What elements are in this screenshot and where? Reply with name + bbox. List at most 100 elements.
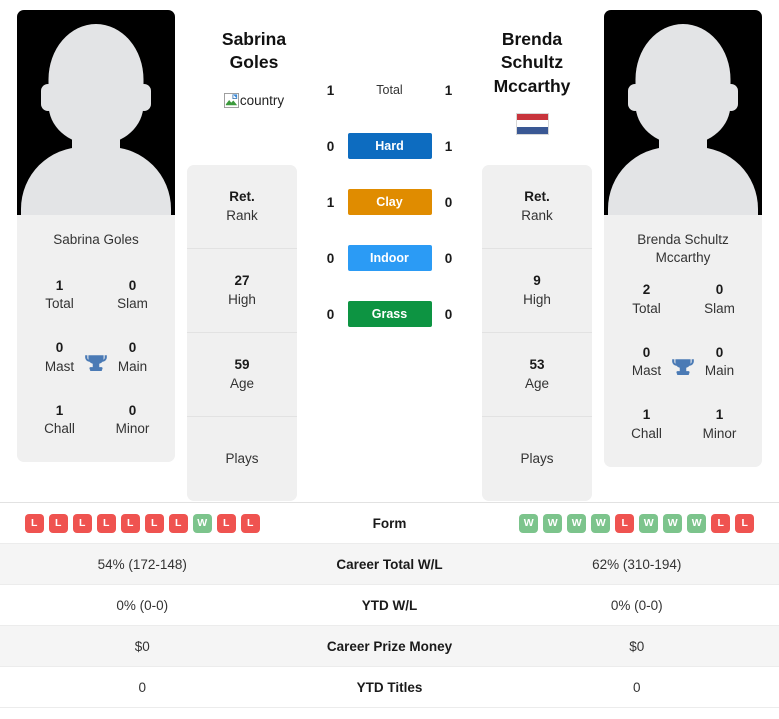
titles-slam-value: 0 — [715, 282, 724, 298]
rank-high-value: 27 — [234, 273, 250, 289]
rank-plays-label: Plays — [520, 450, 554, 466]
trophy-icon — [85, 354, 107, 371]
form-badge: W — [591, 513, 611, 533]
right-player-photo-caption: Brenda Schultz Mccarthy — [604, 215, 762, 271]
form-badge: W — [192, 513, 212, 533]
avatar-ear-left-icon — [628, 84, 642, 111]
right-player-photo — [604, 10, 762, 215]
rank-age-value: 53 — [529, 357, 545, 373]
surface-grass-right-score: 0 — [444, 306, 453, 322]
table-row-form: L L L L L L L W L L Form W W W W L W W W — [0, 503, 779, 544]
country-image-alt-text: country — [239, 93, 285, 109]
titles-challenger: 1 Chall — [610, 400, 683, 448]
rank-age: 53 Age — [482, 333, 592, 417]
form-badge: W — [663, 513, 683, 533]
rank-current-label: Rank — [226, 207, 258, 223]
left-player-photo — [17, 10, 175, 215]
right-ytd-titles: 0 — [632, 679, 641, 695]
surface-row-grass: 0 Grass 0 — [309, 286, 470, 342]
left-player-name-heading: Sabrina Goles country — [199, 28, 309, 113]
form-badge: L — [735, 513, 755, 533]
avatar-ear-right-icon — [137, 84, 151, 111]
left-player-card[interactable]: Sabrina Goles 1 Total 0 Slam 0 Mast 0 Ma… — [17, 10, 175, 463]
rank-high-value: 9 — [533, 273, 541, 289]
rank-plays: Plays — [482, 417, 592, 501]
surface-breakdown: 1 Total 1 0 Hard 1 1 Clay 0 0 Indoor 0 0 — [309, 10, 470, 342]
titles-slam: 0 Slam — [96, 271, 169, 319]
rank-high: 9 High — [482, 249, 592, 333]
form-badge: W — [639, 513, 659, 533]
h2h-comparison-page: Sabrina Goles 1 Total 0 Slam 0 Mast 0 Ma… — [0, 0, 779, 719]
titles-minor: 1 Minor — [683, 400, 756, 448]
avatar-ear-left-icon — [41, 84, 55, 111]
rank-high-label: High — [523, 291, 551, 307]
rank-age-label: Age — [229, 375, 255, 391]
table-label-ytd-wl: YTD W/L — [361, 597, 418, 613]
form-badge: W — [687, 513, 707, 533]
surface-row-indoor: 0 Indoor 0 — [309, 230, 470, 286]
right-player-name-heading: Brenda Schultz Mccarthy — [477, 28, 587, 136]
surface-row-hard: 0 Hard 1 — [309, 118, 470, 174]
table-label-ytd-titles: YTD Titles — [356, 679, 423, 695]
surface-total-left-score: 1 — [326, 82, 335, 98]
right-player-card[interactable]: Brenda Schultz Mccarthy 2 Total 0 Slam 0… — [604, 10, 762, 467]
titles-total-value: 2 — [642, 282, 651, 298]
surface-hard-bar[interactable]: Hard — [347, 133, 432, 159]
table-label-career-prize-money: Career Prize Money — [326, 638, 453, 654]
titles-total: 2 Total — [610, 275, 683, 323]
surface-indoor-right-score: 0 — [444, 250, 453, 266]
surface-total-right-score: 1 — [444, 82, 453, 98]
form-badge: W — [519, 513, 539, 533]
rank-current-value: Ret. — [524, 189, 550, 205]
trophy-icon — [672, 359, 694, 376]
broken-image-icon — [223, 93, 239, 109]
titles-minor-value: 1 — [715, 407, 724, 423]
titles-challenger-label: Chall — [44, 421, 75, 437]
form-badge: W — [567, 513, 587, 533]
rank-high-label: High — [228, 291, 256, 307]
right-career-prize-money: $0 — [629, 638, 645, 654]
titles-total-value: 1 — [55, 278, 64, 293]
right-player-caption-line2: Mccarthy — [655, 250, 711, 266]
rank-current: Ret. Rank — [187, 165, 297, 249]
left-player-titles-grid: 1 Total 0 Slam 0 Mast 0 Main 1 Chall 0 M… — [17, 267, 175, 462]
titles-slam-label: Slam — [117, 296, 148, 312]
titles-slam: 0 Slam — [683, 275, 756, 323]
titles-minor-value: 0 — [128, 402, 137, 418]
titles-challenger-value: 1 — [55, 402, 64, 418]
player-comparison-header: Sabrina Goles 1 Total 0 Slam 0 Mast 0 Ma… — [0, 0, 779, 501]
form-badge: L — [144, 513, 164, 533]
form-badge: L — [168, 513, 188, 533]
form-badge: L — [216, 513, 236, 533]
right-player-name-line1: Brenda Schultz — [500, 29, 564, 73]
left-career-total-wl: 54% (172-148) — [97, 556, 187, 572]
right-player-rank-column: Ret. Rank 9 High 53 Age Plays — [482, 165, 592, 501]
avatar-head-icon — [48, 24, 144, 144]
left-player-country: country — [199, 89, 309, 113]
table-row-ytd-titles: 0 YTD Titles 0 — [0, 667, 779, 708]
titles-slam-label: Slam — [704, 300, 735, 316]
table-row-career-prize-money: $0 Career Prize Money $0 — [0, 626, 779, 667]
form-badge: L — [711, 513, 731, 533]
rank-high: 27 High — [187, 249, 297, 333]
country-broken-image: country — [223, 93, 285, 109]
avatar-ear-right-icon — [724, 84, 738, 111]
surface-row-total: 1 Total 1 — [309, 62, 470, 118]
table-row-ytd-wl: 0% (0-0) YTD W/L 0% (0-0) — [0, 585, 779, 626]
right-player-titles-grid: 2 Total 0 Slam 0 Mast 0 Main 1 Chall 1 M… — [604, 271, 762, 466]
rank-current: Ret. Rank — [482, 165, 592, 249]
titles-total-label: Total — [632, 300, 661, 316]
surface-hard-right-score: 1 — [444, 138, 453, 154]
titles-minor-label: Minor — [702, 425, 737, 441]
titles-challenger: 1 Chall — [23, 396, 96, 444]
form-badge: L — [615, 513, 635, 533]
rank-age-value: 59 — [234, 357, 250, 373]
avatar-body-icon — [608, 147, 758, 215]
surface-indoor-bar[interactable]: Indoor — [347, 245, 432, 271]
surface-grass-bar[interactable]: Grass — [347, 301, 432, 327]
form-badge: L — [24, 513, 44, 533]
form-badge: L — [120, 513, 140, 533]
titles-challenger-label: Chall — [631, 425, 662, 441]
surface-clay-bar[interactable]: Clay — [347, 189, 432, 215]
titles-total-label: Total — [45, 296, 74, 312]
